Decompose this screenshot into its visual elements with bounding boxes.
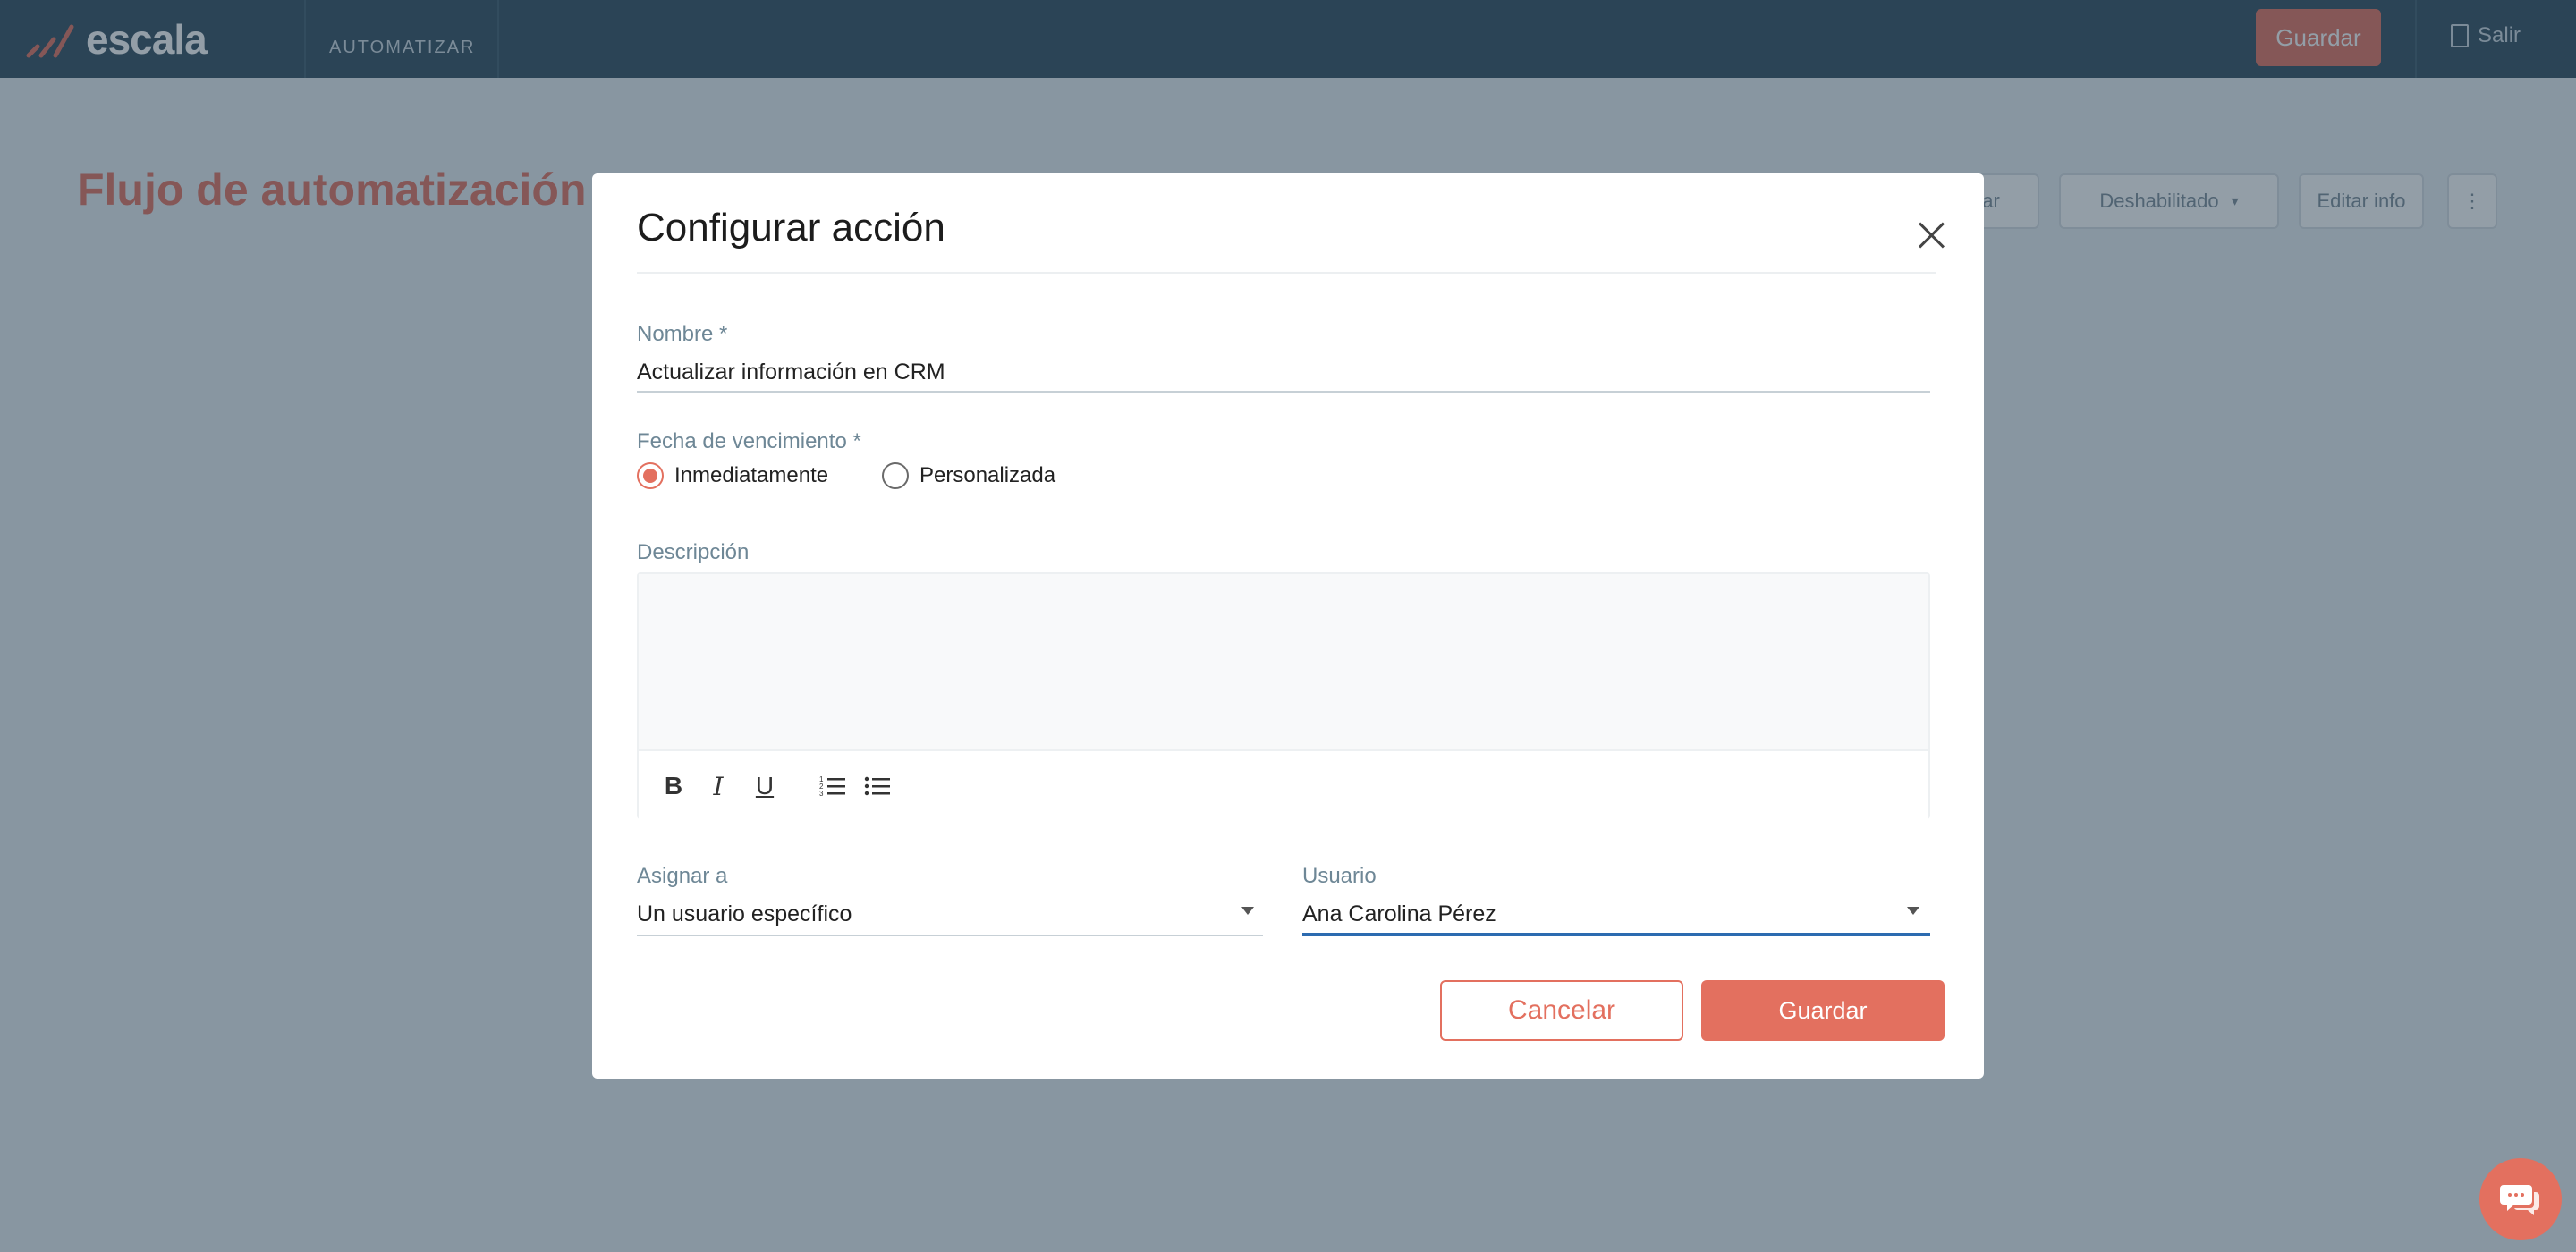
underline-icon[interactable]: U bbox=[750, 771, 780, 801]
editor-toolbar: B I U 1 2 3 bbox=[639, 749, 1928, 819]
assign-to-label: Asignar a bbox=[637, 864, 728, 888]
assign-to-underline bbox=[637, 935, 1263, 936]
radio-selected-icon[interactable] bbox=[637, 462, 664, 489]
description-editor: B I U 1 2 3 bbox=[637, 572, 1930, 819]
due-option-custom[interactable]: Personalizada bbox=[882, 462, 1055, 489]
user-select[interactable]: Ana Carolina Pérez bbox=[1302, 901, 1496, 927]
radio-unselected-icon[interactable] bbox=[882, 462, 909, 489]
due-option-label: Personalizada bbox=[919, 463, 1056, 487]
dialog-title: Configurar acción bbox=[637, 206, 945, 250]
name-input-underline bbox=[637, 391, 1930, 393]
svg-text:3: 3 bbox=[819, 790, 824, 798]
save-button[interactable]: Guardar bbox=[1701, 980, 1945, 1041]
italic-icon[interactable]: I bbox=[703, 771, 733, 801]
chevron-down-icon[interactable] bbox=[1907, 907, 1919, 915]
ordered-list-glyph: 1 2 3 bbox=[819, 775, 845, 798]
ordered-list-icon[interactable]: 1 2 3 bbox=[818, 771, 848, 801]
due-option-label: Inmediatamente bbox=[674, 463, 829, 487]
user-select-focus-underline bbox=[1302, 933, 1930, 936]
assign-to-select[interactable]: Un usuario específico bbox=[637, 901, 852, 927]
close-icon[interactable] bbox=[1916, 220, 1946, 250]
description-label: Descripción bbox=[637, 540, 750, 564]
bullet-list-glyph bbox=[864, 776, 890, 796]
chat-icon bbox=[2500, 1185, 2539, 1215]
user-label: Usuario bbox=[1302, 864, 1377, 888]
due-option-immediately[interactable]: Inmediatamente bbox=[637, 462, 828, 489]
name-label: Nombre * bbox=[637, 322, 728, 346]
configure-action-dialog: Configurar acción Nombre * Actualizar in… bbox=[592, 173, 1984, 1079]
description-textarea[interactable] bbox=[639, 574, 1928, 749]
cancel-button[interactable]: Cancelar bbox=[1440, 980, 1683, 1041]
bold-icon[interactable]: B bbox=[658, 771, 689, 801]
chat-launcher-button[interactable] bbox=[2479, 1158, 2562, 1240]
name-input[interactable]: Actualizar información en CRM bbox=[637, 360, 945, 385]
bullet-list-icon[interactable] bbox=[862, 771, 893, 801]
chevron-down-icon[interactable] bbox=[1241, 907, 1254, 915]
due-date-label: Fecha de vencimiento * bbox=[637, 429, 861, 453]
header-divider bbox=[637, 272, 1936, 274]
